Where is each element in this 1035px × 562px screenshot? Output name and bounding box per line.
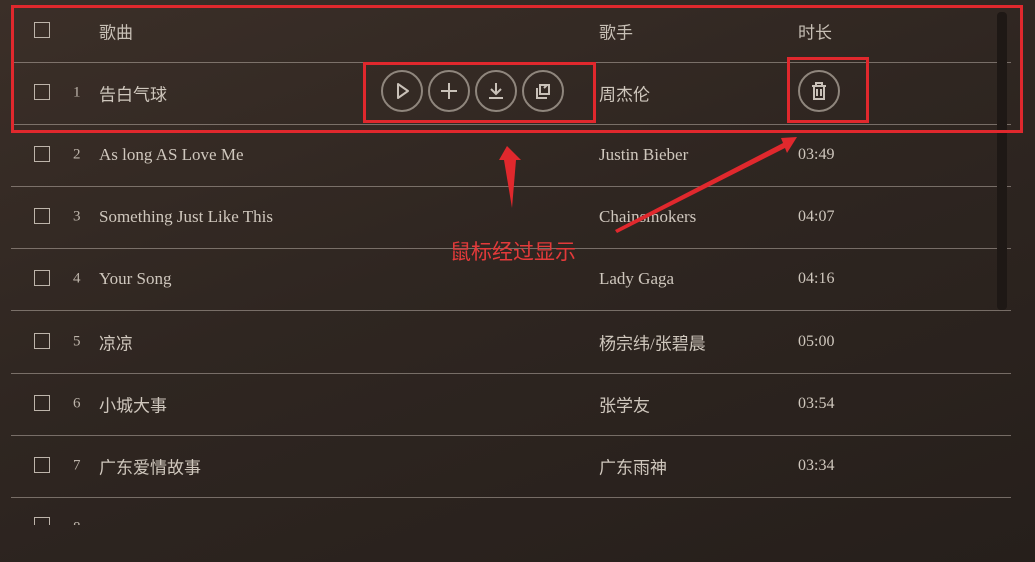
play-icon[interactable] <box>381 70 423 112</box>
song-title[interactable]: Something Just Like This <box>99 207 273 227</box>
song-duration: 03:49 <box>798 146 835 163</box>
delete-icon[interactable] <box>798 70 840 112</box>
add-icon[interactable] <box>428 70 470 112</box>
row-number: 1 <box>73 84 81 101</box>
song-duration: 03:34 <box>798 457 835 474</box>
row-checkbox[interactable] <box>34 208 50 224</box>
header-song: 歌曲 <box>99 23 133 44</box>
song-row[interactable]: 6 小城大事 张学友 03:54 <box>11 373 1011 436</box>
header-duration: 时长 <box>798 23 832 44</box>
row-checkbox[interactable] <box>34 517 50 525</box>
song-title[interactable]: As long AS Love Me <box>99 145 244 165</box>
song-duration: 05:00 <box>798 333 835 350</box>
song-duration: 03:54 <box>798 395 835 412</box>
row-number: 2 <box>73 146 81 163</box>
row-number: 8 <box>73 520 81 526</box>
song-title[interactable]: 小城大事 <box>99 392 167 417</box>
row-number: 3 <box>73 208 81 225</box>
song-singer[interactable]: 广东雨神 <box>599 454 667 479</box>
song-singer[interactable]: Justin Bieber <box>599 145 688 165</box>
row-checkbox[interactable] <box>34 395 50 411</box>
row-checkbox[interactable] <box>34 84 50 100</box>
scrollbar[interactable] <box>997 12 1007 310</box>
row-number: 7 <box>73 457 81 474</box>
song-duration: 04:07 <box>798 208 835 225</box>
annotation-text: 鼠标经过显示 <box>450 240 576 264</box>
song-title[interactable]: 广东爱情故事 <box>99 454 201 479</box>
delete-button[interactable] <box>798 70 840 112</box>
song-singer[interactable]: 周杰伦 <box>599 81 650 106</box>
song-row[interactable]: 2 As long AS Love Me Justin Bieber 03:49 <box>11 124 1011 187</box>
song-title[interactable]: Your Song <box>99 269 171 289</box>
row-checkbox[interactable] <box>34 270 50 286</box>
song-row[interactable]: 7 广东爱情故事 广东雨神 03:34 <box>11 435 1011 498</box>
row-checkbox[interactable] <box>34 333 50 349</box>
row-number: 6 <box>73 395 81 412</box>
song-duration: 04:16 <box>798 270 835 287</box>
song-singer[interactable]: Lady Gaga <box>599 269 674 289</box>
list-header: 歌曲 歌手 时长 <box>11 0 1011 63</box>
hover-operations <box>381 70 564 112</box>
song-singer[interactable]: 张学友 <box>599 392 650 417</box>
row-number: 5 <box>73 333 81 350</box>
song-title[interactable]: 凉凉 <box>99 330 133 355</box>
song-row-hovered[interactable]: 1 告白气球 周杰伦 <box>11 62 1011 125</box>
song-singer[interactable]: 杨宗纬/张碧晨 <box>599 330 706 355</box>
download-icon[interactable] <box>475 70 517 112</box>
row-checkbox[interactable] <box>34 146 50 162</box>
row-checkbox[interactable] <box>34 457 50 473</box>
share-icon[interactable] <box>522 70 564 112</box>
song-row[interactable]: 5 凉凉 杨宗纬/张碧晨 05:00 <box>11 311 1011 374</box>
row-number: 4 <box>73 270 81 287</box>
song-title[interactable]: 告白气球 <box>99 81 167 106</box>
header-singer: 歌手 <box>599 23 633 44</box>
select-all-checkbox[interactable] <box>34 22 50 38</box>
song-singer[interactable]: Chainsmokers <box>599 207 696 227</box>
song-row-partial[interactable]: 8 <box>11 497 1011 525</box>
